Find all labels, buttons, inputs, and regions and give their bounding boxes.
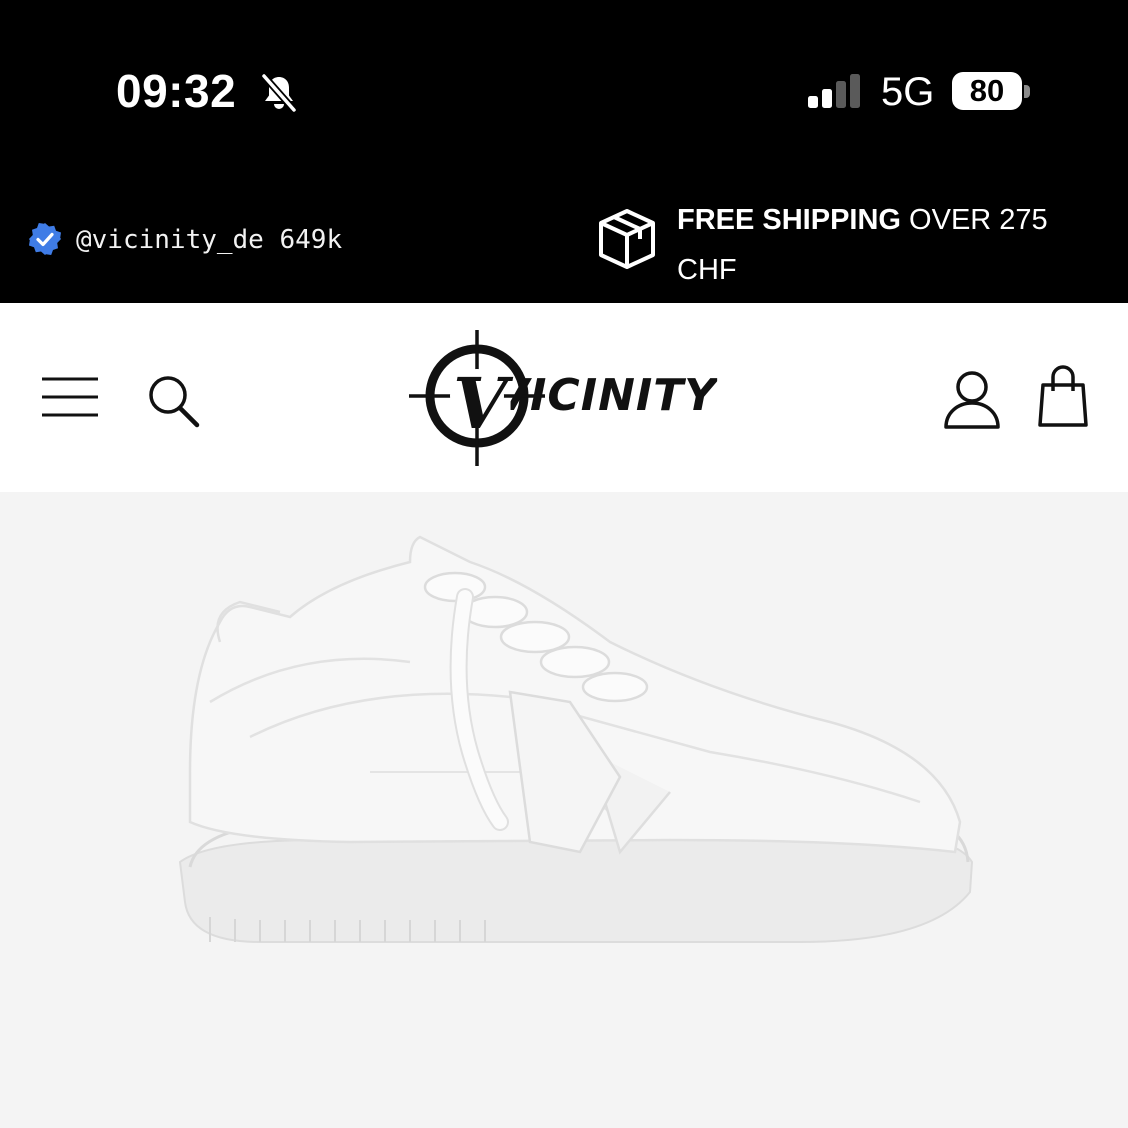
brand-logo[interactable]: V VICINITY — [405, 328, 725, 468]
shopping-bag-icon[interactable] — [1038, 365, 1088, 427]
status-bar: 09:32 5G 80 — [0, 0, 1128, 185]
shipping-bold: FREE SHIPPING — [677, 204, 901, 236]
svg-text:V: V — [453, 362, 514, 445]
account-icon[interactable] — [942, 369, 1002, 429]
product-hero — [0, 492, 1128, 1128]
network-type: 5G — [881, 70, 935, 114]
white-sneaker-image[interactable] — [150, 522, 990, 952]
promo-bar: @vicinity_de 649k FREE SHIPPING OVER 275… — [0, 185, 1128, 303]
hamburger-menu-icon[interactable] — [40, 375, 100, 419]
bell-slash-icon — [261, 73, 297, 113]
verified-badge-icon — [29, 223, 61, 255]
status-time: 09:32 — [116, 65, 237, 117]
search-icon[interactable] — [146, 373, 202, 429]
brand-wordmark: VICINITY — [495, 370, 718, 421]
battery-icon: 80 — [952, 72, 1022, 110]
instagram-handle-link[interactable]: @vicinity_de 649k — [76, 225, 342, 255]
battery-cap — [1024, 85, 1030, 98]
signal-icon — [808, 74, 860, 108]
site-header: V VICINITY — [0, 303, 1128, 492]
free-shipping-notice: FREE SHIPPING OVER 275 CHF — [677, 195, 1097, 295]
package-box-icon — [599, 209, 655, 269]
